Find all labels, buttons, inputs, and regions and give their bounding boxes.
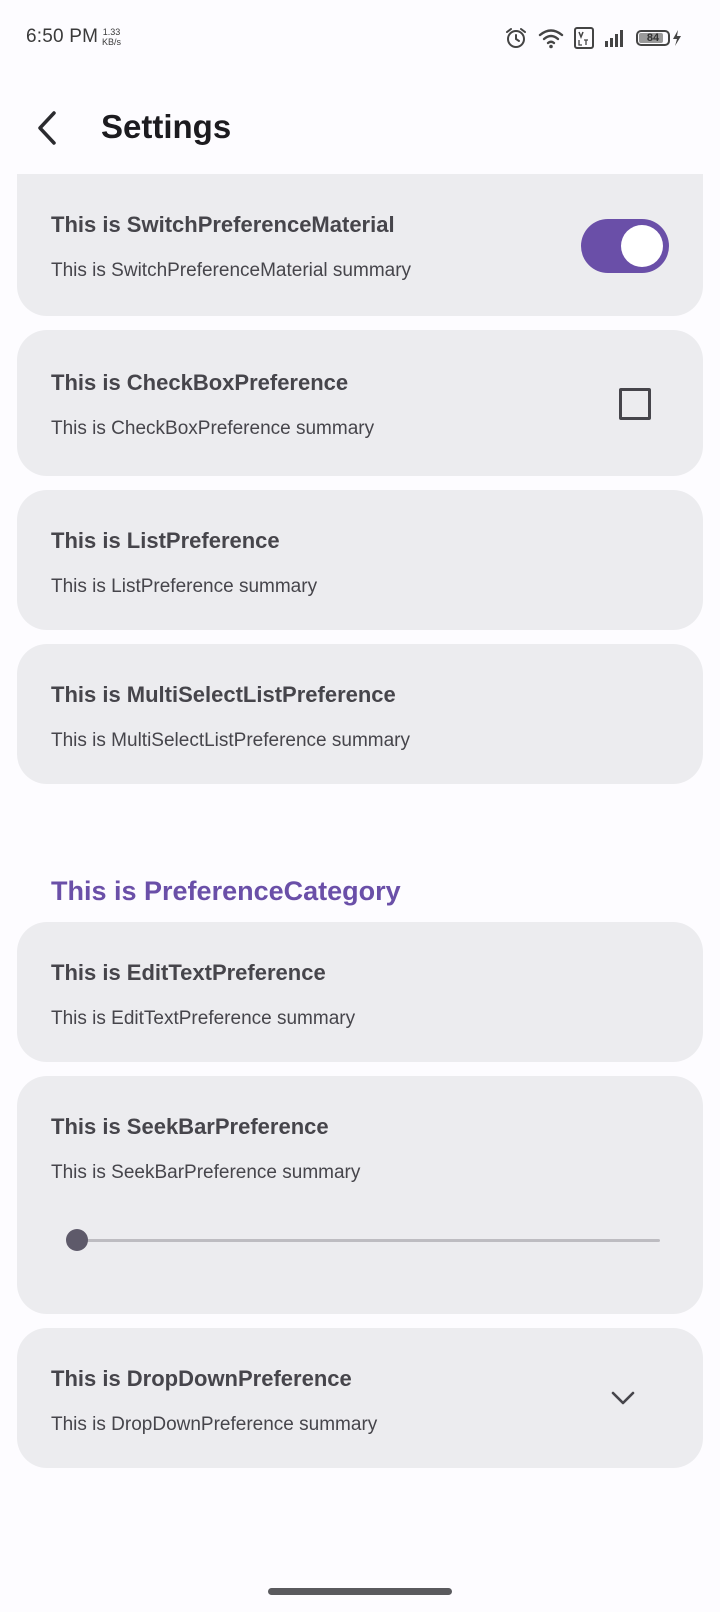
list-preference-summary: This is ListPreference summary xyxy=(51,576,318,597)
battery-level: 84 xyxy=(646,32,660,44)
checkbox[interactable] xyxy=(619,388,651,420)
network-speed-value: 1.33 xyxy=(102,27,121,37)
back-arrow-icon xyxy=(34,110,62,151)
checkbox-preference[interactable]: This is CheckBoxPreference This is Check… xyxy=(17,330,703,476)
seekbar-preference-summary: This is SeekBarPreference summary xyxy=(51,1162,361,1183)
edit-text-preference[interactable]: This is EditTextPreference This is EditT… xyxy=(17,922,703,1062)
seekbar-preference: This is SeekBarPreference This is SeekBa… xyxy=(17,1076,703,1314)
alarm-icon xyxy=(504,26,528,50)
preference-category-title: This is PreferenceCategory xyxy=(51,876,401,906)
status-icons: 84 xyxy=(504,24,682,52)
charging-icon xyxy=(672,30,682,46)
multi-select-list-preference[interactable]: This is MultiSelectListPreference This i… xyxy=(17,644,703,784)
checkbox-preference-title: This is CheckBoxPreference xyxy=(51,370,349,395)
page-title: Settings xyxy=(101,108,232,145)
seekbar-track[interactable] xyxy=(77,1239,660,1242)
seekbar-thumb[interactable] xyxy=(66,1229,88,1251)
edit-text-preference-title: This is EditTextPreference xyxy=(51,960,326,985)
wifi-icon xyxy=(538,27,564,49)
network-speed-unit: KB/s xyxy=(102,37,122,47)
switch-preference-summary: This is SwitchPreferenceMaterial summary xyxy=(51,260,412,281)
back-button[interactable] xyxy=(22,104,74,156)
switch-toggle[interactable] xyxy=(581,219,669,273)
network-speed: 1.33 KB/s xyxy=(102,27,121,47)
switch-preference[interactable]: This is SwitchPreferenceMaterial This is… xyxy=(17,174,703,316)
edit-text-preference-summary: This is EditTextPreference summary xyxy=(51,1008,356,1029)
dropdown-preference-title: This is DropDownPreference xyxy=(51,1366,352,1391)
status-bar: 6:50 PM 1.33 KB/s 84 xyxy=(0,0,720,76)
home-indicator[interactable] xyxy=(268,1588,452,1595)
app-bar: Settings xyxy=(0,90,720,172)
battery-icon: 84 xyxy=(636,30,670,46)
seekbar-preference-title: This is SeekBarPreference xyxy=(51,1114,329,1139)
volte-icon xyxy=(574,27,594,49)
multi-select-preference-summary: This is MultiSelectListPreference summar… xyxy=(51,730,410,751)
switch-preference-title: This is SwitchPreferenceMaterial xyxy=(51,212,395,237)
multi-select-preference-title: This is MultiSelectListPreference xyxy=(51,682,396,707)
signal-icon xyxy=(604,29,626,47)
list-preference-title: This is ListPreference xyxy=(51,528,280,553)
switch-knob xyxy=(621,225,663,267)
status-time: 6:50 PM xyxy=(26,26,99,47)
dropdown-preference[interactable]: This is DropDownPreference This is DropD… xyxy=(17,1328,703,1468)
dropdown-preference-summary: This is DropDownPreference summary xyxy=(51,1414,378,1435)
chevron-down-icon[interactable] xyxy=(609,1384,637,1412)
checkbox-preference-summary: This is CheckBoxPreference summary xyxy=(51,418,375,439)
list-preference[interactable]: This is ListPreference This is ListPrefe… xyxy=(17,490,703,630)
